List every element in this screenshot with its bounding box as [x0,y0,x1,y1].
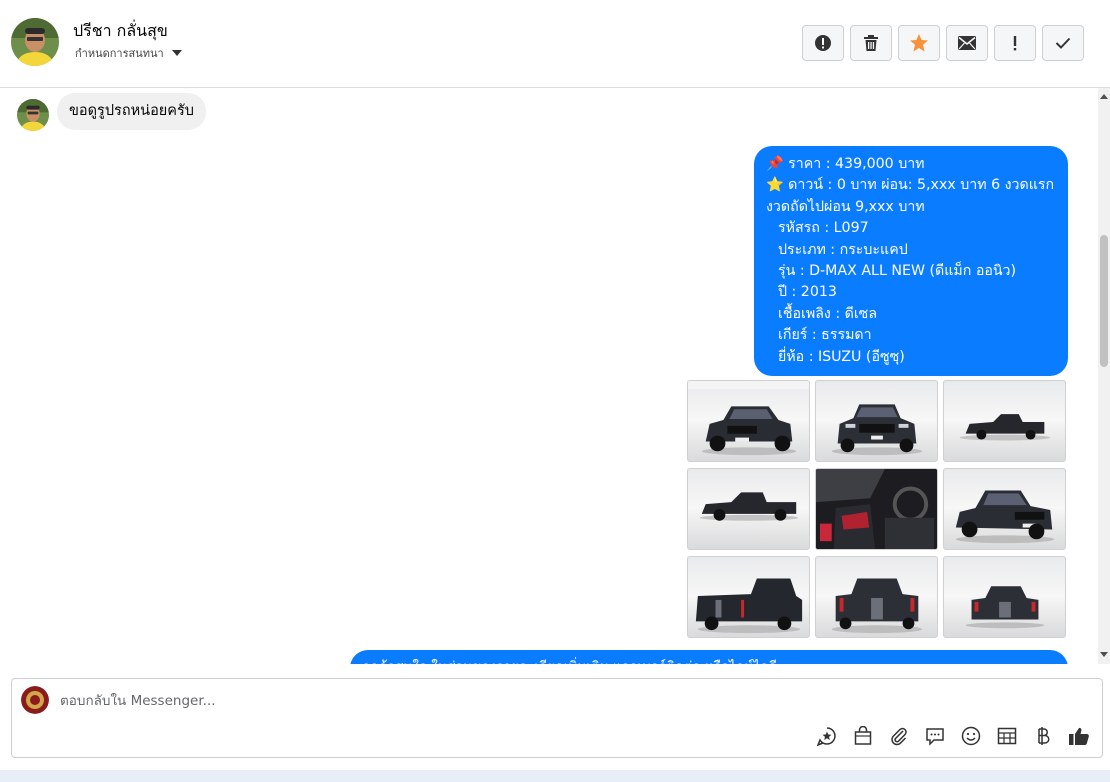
scrollbar-thumb[interactable] [1100,235,1108,367]
envelope-icon [958,36,976,50]
listing-fuel: เชื้อเพลิง : ดีเซล [778,305,878,322]
chat-bubble-icon [926,728,944,746]
conversation-settings-label: กำหนดการสนทนา [75,47,164,60]
alert-circle-icon [815,35,831,51]
attach-button[interactable] [888,724,910,748]
exclamation-icon [1013,36,1017,51]
car-photo[interactable] [687,468,810,550]
saved-reply-icon [817,727,836,746]
car-photo-gallery [687,380,1067,638]
conversation-header: ปรีชา กลั่นสุข กำหนดการสนทนา [0,0,1110,88]
contact-name[interactable]: ปรีชา กลั่นสุข [73,19,168,44]
mark-done-button[interactable] [1042,25,1084,61]
listing-next-installment: งวดถัดไปผ่อน 9,xxx บาท [766,198,925,215]
listing-brand: ยี่ห้อ : ISUZU (อีซูซุ) [778,348,905,365]
reply-input[interactable] [60,687,960,715]
reply-composer [11,678,1103,758]
outgoing-message-partial[interactable]: ลูกค้าสนใจ ในส่วนของรายละเอียดเพิ่มเติม … [350,650,1068,664]
window-bottom-strip [0,770,1110,782]
contact-avatar[interactable] [11,18,59,66]
trash-icon [864,35,878,51]
baht-icon [1038,727,1050,745]
car-photo[interactable] [815,380,938,462]
listing-price: 📌 ราคา : 439,000 บาท [766,156,925,172]
star-icon [910,34,928,52]
car-photo[interactable] [815,468,938,550]
quick-reply-button[interactable] [924,724,946,748]
emoji-button[interactable] [960,724,982,748]
table-icon [997,727,1017,745]
car-photo[interactable] [943,468,1066,550]
star-button[interactable] [898,25,940,61]
listing-model: รุ่น : D-MAX ALL NEW (ดีแม็ก ออนิว) [778,263,1017,280]
scroll-down-arrow-icon[interactable] [1100,652,1108,657]
delete-button[interactable] [850,25,892,61]
incoming-message[interactable]: ขอดูรูปรถหน่อยครับ [57,93,206,130]
mark-unread-button[interactable] [946,25,988,61]
check-icon [1055,37,1071,49]
car-photo[interactable] [687,380,810,462]
caret-down-icon [171,50,182,56]
report-spam-button[interactable] [802,25,844,61]
car-photo[interactable] [815,556,938,638]
thread-scrollbar[interactable] [1098,88,1110,664]
composer-tools [816,724,1090,748]
conversation-settings-dropdown[interactable]: กำหนดการสนทนา [75,44,182,62]
sender-avatar[interactable] [17,99,49,131]
outgoing-listing-message[interactable]: 📌 ราคา : 439,000 บาท ⭐ ดาวน์ : 0 บาท ผ่อ… [754,146,1068,376]
car-photo[interactable] [687,556,810,638]
listing-gear: เกียร์ : ธรรมดา [778,327,872,344]
shopping-bag-icon [854,726,872,745]
page-avatar [21,686,49,714]
car-photo[interactable] [943,380,1066,462]
thumbs-up-icon [1069,727,1089,746]
saved-replies-button[interactable] [816,724,838,748]
listing-year: ปี : 2013 [778,284,837,301]
appointment-button[interactable] [996,724,1018,748]
listing-type: ประเภท : กระบะแคป [778,241,908,258]
mark-important-button[interactable] [994,25,1036,61]
shop-button[interactable] [852,724,874,748]
car-photo[interactable] [943,556,1066,638]
paperclip-icon [891,727,907,746]
scroll-up-arrow-icon[interactable] [1100,94,1108,99]
like-button[interactable] [1068,724,1090,748]
listing-code: รหัสรถ : L097 [778,220,869,237]
message-thread: ขอดูรูปรถหน่อยครับ 📌 ราคา : 439,000 บาท … [0,88,1098,664]
payment-button[interactable] [1032,724,1054,748]
conversation-toolbar [802,25,1084,61]
smiley-icon [961,726,981,746]
listing-down-payment: ⭐ ดาวน์ : 0 บาท ผ่อน: 5,xxx บาท 6 งวดแรก [766,177,1055,194]
